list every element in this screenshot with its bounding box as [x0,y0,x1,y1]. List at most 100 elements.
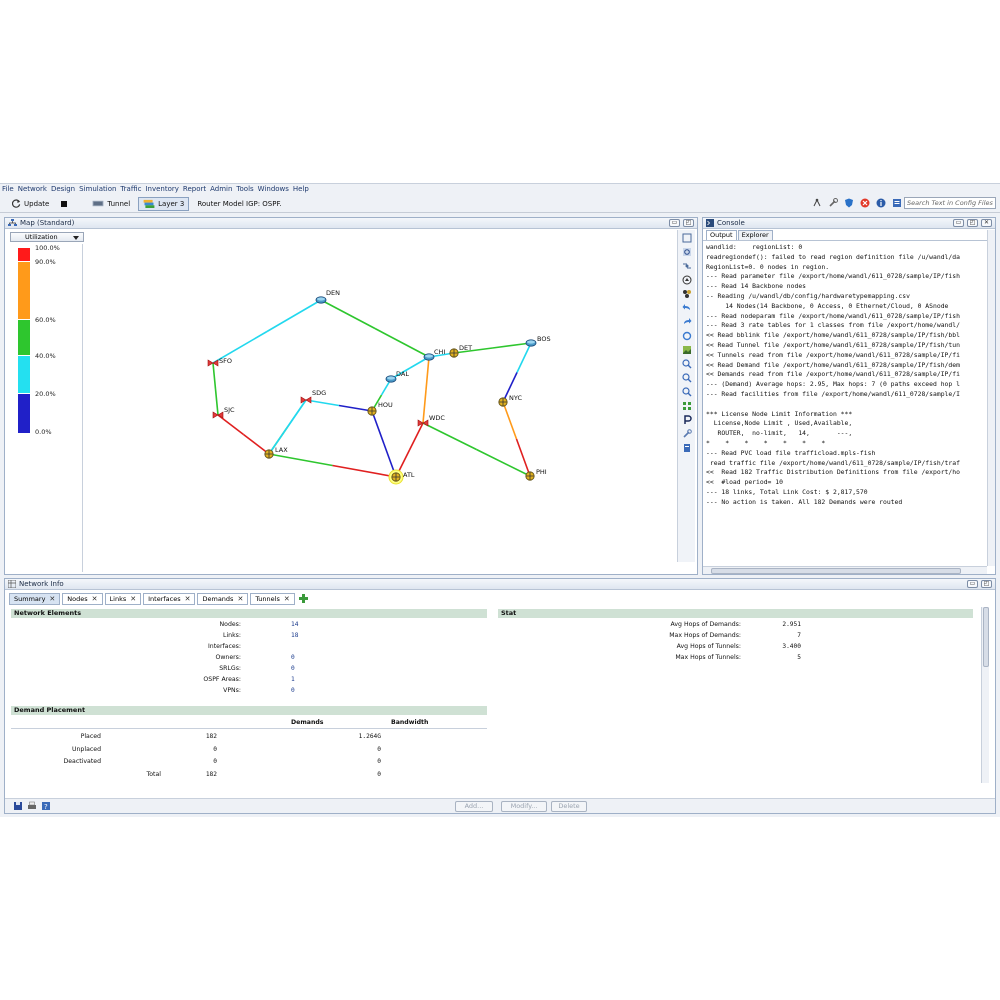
modify-button[interactable]: Modify... [501,801,547,812]
group-icon[interactable] [682,289,692,299]
path-icon[interactable] [682,415,692,425]
tab-output[interactable]: Output [706,230,737,240]
router-node-icon[interactable] [525,339,537,347]
delete-button[interactable]: Delete [551,801,587,812]
network-element-value[interactable]: 1 [291,676,295,683]
tab-tunnels[interactable]: Tunnels ✕ [250,592,295,605]
tab-interfaces[interactable]: Interfaces ✕ [143,592,196,605]
link-sjc-lax[interactable] [243,433,270,455]
link-tool-icon[interactable] [682,261,692,271]
utilization-dropdown[interactable]: Utilization [10,232,84,242]
add-tab-icon[interactable] [298,594,308,603]
close-icon[interactable]: ✕ [130,594,136,604]
menu-simulation[interactable]: Simulation [79,185,116,193]
hub-node-icon[interactable] [449,348,459,358]
link-lax-atl[interactable] [332,464,397,478]
menu-tools[interactable]: Tools [236,185,253,193]
hub-node-icon[interactable] [367,406,377,416]
link-den-chi[interactable] [374,327,430,358]
router-node-icon[interactable] [315,296,327,304]
close-icon[interactable]: ✕ [284,594,290,604]
tab-summary[interactable]: Summary ✕ [9,592,61,605]
link-den-chi[interactable] [320,299,376,330]
search-node-icon[interactable] [682,247,692,257]
stop-button[interactable] [57,197,74,211]
menu-help[interactable]: Help [293,185,309,193]
network-topology-map[interactable]: DEN SFO SJC LAX SDG HOU DAL CHI DET BOS NYC WDC ATL P… [85,230,677,572]
menu-network[interactable]: Network [18,185,47,193]
link-wdc-phi[interactable] [422,422,477,451]
refresh-map-icon[interactable] [682,331,692,341]
zoom-fit-icon[interactable] [682,233,692,243]
zoom-out-icon[interactable] [682,373,692,383]
netinfo-minimize-button[interactable]: ▭ [967,580,978,588]
console-horizontal-scrollbar[interactable] [703,566,987,574]
link-hou-atl[interactable] [371,410,385,445]
notes-icon[interactable] [682,443,692,453]
config-search-input[interactable]: Search Text in Config Files [904,197,996,209]
link-det-bos[interactable] [492,342,532,349]
menu-admin[interactable]: Admin [210,185,232,193]
hub-node-icon[interactable] [264,449,274,459]
layout-icon[interactable] [682,275,692,285]
menu-inventory[interactable]: Inventory [145,185,178,193]
network-tool-icon[interactable] [812,198,822,208]
network-element-value[interactable]: 14 [291,621,298,628]
console-maximize-button[interactable]: ◰ [967,219,978,227]
hub-node-icon[interactable] [525,471,535,481]
network-info-scroll-thumb[interactable] [983,607,989,667]
print-icon[interactable] [27,801,37,811]
tab-nodes[interactable]: Nodes ✕ [62,592,103,605]
zoom-reset-icon[interactable] [682,387,692,397]
save-icon[interactable] [13,801,23,811]
link-sdg-hou[interactable] [338,404,373,412]
hub-node-icon[interactable] [498,397,508,407]
map-maximize-button[interactable]: ◰ [683,219,694,227]
add-button[interactable]: Add... [455,801,493,812]
close-icon[interactable]: ✕ [237,594,243,604]
netinfo-maximize-button[interactable]: ◰ [981,580,992,588]
tunnel-button[interactable]: Tunnel [88,197,134,211]
close-icon[interactable]: ✕ [185,594,191,604]
info-icon[interactable] [876,198,886,208]
tab-explorer[interactable]: Explorer [737,230,773,240]
cancel-icon[interactable] [860,198,870,208]
console-close-button[interactable]: ✕ [981,219,992,227]
close-icon[interactable]: ✕ [49,594,55,604]
settings-wrench-icon[interactable] [682,429,692,439]
map-minimize-button[interactable]: ▭ [669,219,680,227]
help-icon[interactable]: ? [41,801,51,811]
menu-traffic[interactable]: Traffic [120,185,141,193]
link-sdg-lax[interactable] [286,399,307,428]
layer3-button[interactable]: Layer 3 [138,196,190,211]
link-sfo-sjc[interactable] [212,362,217,390]
wrench-icon[interactable] [828,198,838,208]
menu-report[interactable]: Report [183,185,206,193]
router-node-icon[interactable] [385,375,397,383]
undo-icon[interactable] [682,303,692,313]
link-bos-nyc[interactable] [516,342,532,373]
link-nyc-phi[interactable] [502,401,518,440]
update-button[interactable]: Update [8,197,53,211]
shield-icon[interactable] [844,198,854,208]
close-icon[interactable]: ✕ [92,594,98,604]
menu-design[interactable]: Design [51,185,75,193]
network-info-vertical-scrollbar[interactable] [981,607,989,783]
console-scroll-thumb[interactable] [711,568,961,574]
network-element-value[interactable]: 0 [291,654,295,661]
link-lax-atl[interactable] [268,453,333,467]
menu-file[interactable]: File [2,185,14,193]
grid-icon[interactable] [682,401,692,411]
link-chi-wdc[interactable] [422,389,427,424]
network-element-value[interactable]: 18 [291,632,298,639]
link-den-sfo[interactable] [266,299,322,333]
network-element-value[interactable]: 0 [291,687,295,694]
hub-node-icon[interactable] [388,469,404,485]
console-minimize-button[interactable]: ▭ [953,219,964,227]
zoom-in-icon[interactable] [682,359,692,369]
link-chi-wdc[interactable] [425,356,430,391]
console-vertical-scrollbar[interactable] [987,230,995,566]
redo-icon[interactable] [682,317,692,327]
menu-windows[interactable]: Windows [258,185,289,193]
link-sjc-lax[interactable] [217,414,244,436]
